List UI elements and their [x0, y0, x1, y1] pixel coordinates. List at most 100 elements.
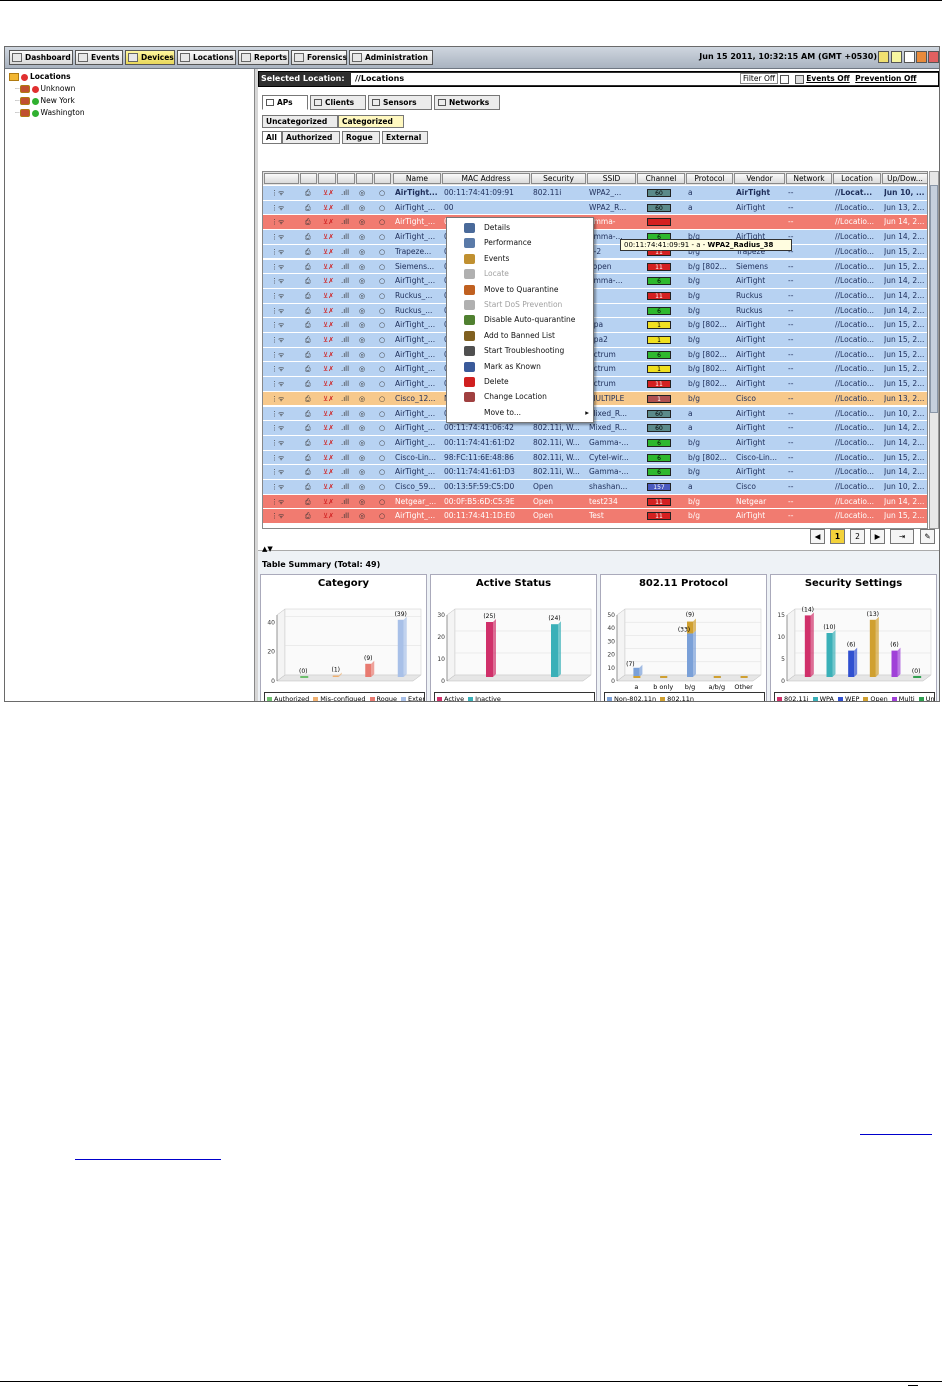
context-item-performance[interactable]: Performance — [447, 235, 593, 250]
table-row[interactable]: ⋮ᯤ ⎙ ⊻✗ .ıll ◎ ○ AirTight_... 00:11:74:41:61:D3… — [263, 465, 927, 480]
column-header-channel[interactable]: Channel — [637, 173, 685, 184]
grid-scroll-thumb[interactable] — [930, 185, 938, 413]
cell-proto: b/g — [688, 305, 701, 315]
context-item-details[interactable]: Details — [447, 220, 593, 235]
column-header-security[interactable]: Security — [531, 173, 586, 184]
table-row[interactable]: ⋮ᯤ⎙⊻✗.ıll◎○AirTight_...00ectrum11b/g [80… — [263, 377, 927, 392]
chart-title: Active Status — [475, 578, 552, 589]
cell-name: AirTight_... — [395, 408, 436, 418]
shield-icon[interactable] — [916, 51, 927, 63]
icon-column-header[interactable] — [356, 173, 373, 184]
tab-sensors[interactable]: Sensors — [368, 95, 432, 110]
prev-page-button[interactable]: ◀ — [810, 529, 825, 544]
tree-item-new-york[interactable]: ┈ New York — [15, 96, 75, 105]
table-row[interactable]: ⋮ᯤ⎙⊻✗.ıll◎○Cisco_12...MULTIPLEMULTIPLEMU… — [263, 391, 927, 407]
table-row[interactable]: ⋮ᯤ⎙⊻✗.ıll◎○Ruckus_...006b/gRuckus--//Loc… — [263, 303, 927, 319]
cell-ssid: Test — [589, 511, 604, 521]
tree-root[interactable]: Locations — [9, 72, 71, 81]
column-header-protocol[interactable]: Protocol — [686, 173, 733, 184]
context-item-disable-auto-quarantine[interactable]: Disable Auto-quarantine — [447, 312, 593, 327]
icon-column-header[interactable] — [318, 173, 336, 184]
nav-forensics-button[interactable]: Forensics — [291, 50, 347, 65]
icon-column-header[interactable] — [264, 173, 299, 184]
tab-networks[interactable]: Networks — [434, 95, 500, 110]
subtab-categorized[interactable]: Categorized — [338, 115, 404, 128]
prevention-off-link[interactable]: Prevention Off — [855, 74, 916, 83]
icon-column-header[interactable] — [374, 173, 391, 184]
filter-all[interactable]: All — [262, 131, 282, 144]
filter-authorized[interactable]: Authorized — [282, 131, 340, 144]
nav-locations-button[interactable]: Locations — [177, 50, 236, 65]
column-header-name[interactable]: Name — [393, 173, 441, 184]
nav-events-button[interactable]: Events — [75, 50, 123, 65]
chart-plot: 0 10 20 30 (25) (24) — [437, 608, 592, 685]
collapse-toggle-icon[interactable]: ▲▼ — [262, 545, 273, 553]
grid-header: Name MAC Address Security SSID Channel Protoc… — [263, 172, 927, 185]
column-header-location[interactable]: Location — [833, 173, 881, 184]
tree-item-unknown[interactable]: ┈ Unknown — [15, 84, 75, 93]
table-row[interactable]: ⋮ᯤ ⎙ ⊻✗ .ıll ◎ ○ AirTight_... 00:11:74:41:06:42… — [263, 421, 927, 436]
next-page-button[interactable]: ▶ — [870, 529, 885, 544]
table-row[interactable]: ⋮ᯤ⎙⊻✗.ıll◎○AirTight_...00ectrum6b/g [802… — [263, 347, 927, 363]
icon-column-header[interactable] — [300, 173, 317, 184]
page-2-button[interactable]: 2 — [850, 529, 865, 544]
help-icon[interactable] — [891, 51, 902, 63]
table-row[interactable]: ⋮ᯤ⎙⊻✗.ıll◎○AirTight_...00amma---//Locati… — [263, 215, 927, 231]
nav-reports-button[interactable]: Reports — [238, 50, 289, 65]
column-header-network[interactable]: Network — [786, 173, 832, 184]
nav-dashboard-button[interactable]: Dashboard — [9, 50, 73, 65]
table-row[interactable]: ⋮ᯤ ⎙ ⊻✗ .ıll ◎ ○ Cisco-Lin... 98:FC:11:6E:48:86… — [263, 450, 927, 466]
icon-column-header[interactable] — [337, 173, 355, 184]
context-item-mark-as-known[interactable]: Mark as Known — [447, 359, 593, 374]
table-row[interactable]: ⋮ᯤ ⎙ ⊻✗ .ıll ◎ ○ AirTight_... 00 WPA2_R... 60 a Air… — [263, 200, 927, 216]
refresh-icon[interactable] — [878, 51, 889, 63]
table-row[interactable]: ⋮ᯤ⎙⊻✗.ıll◎○AirTight_...00ppa1b/g [802...… — [263, 318, 927, 333]
export-button[interactable]: ⇥ — [890, 529, 914, 544]
status-icon: ○ — [379, 350, 386, 359]
filter-off-button[interactable]: Filter Off — [740, 73, 779, 84]
context-item-move-to-quarantine[interactable]: Move to Quarantine — [447, 282, 593, 297]
tab-aps[interactable]: APs — [262, 95, 308, 110]
context-item-move-to[interactable]: Move to... ▸ — [447, 405, 593, 420]
logout-icon[interactable] — [928, 51, 939, 63]
table-row[interactable]: ⋮ᯤ ⎙ ⊻✗ .ıll ◎ ○ AirTight... 00:11:74:41:09:91 8… — [263, 186, 927, 201]
list-icon[interactable] — [904, 51, 915, 63]
tab-clients[interactable]: Clients — [310, 95, 366, 110]
edit-columns-button[interactable]: ✎ — [920, 529, 935, 544]
table-row[interactable]: ⋮ᯤ ⎙ ⊻✗ .ıll ◎ ○ AirTight_... 00:11:74:41:1D:E0… — [263, 509, 927, 525]
table-row[interactable]: ⋮ᯤ⎙⊻✗.ıll◎○Siemens...00_open11b/g [802..… — [263, 259, 927, 275]
filter-external[interactable]: External — [382, 131, 428, 144]
column-header-vendor[interactable]: Vendor — [734, 173, 785, 184]
events-off-link[interactable]: Events Off — [806, 74, 850, 83]
table-row[interactable]: ⋮ᯤ⎙⊻✗.ıll◎○AirTight_...00ectrum1b/g [802… — [263, 362, 927, 378]
table-row[interactable]: ⋮ᯤ ⎙ ⊻✗ .ıll ◎ ○ Cisco_59... 00:13:5F:59:C5:D0 O… — [263, 480, 927, 495]
context-item-add-to-banned-list[interactable]: Add to Banned List — [447, 328, 593, 343]
column-header-up-dow-[interactable]: Up/Dow... — [882, 173, 927, 184]
filter-rogue[interactable]: Rogue — [342, 131, 380, 144]
table-row[interactable]: ⋮ᯤ ⎙ ⊻✗ .ıll ◎ ○ AirTight_... 00:11:74:41:61:D2… — [263, 435, 927, 451]
table-row[interactable]: ⋮ᯤ⎙⊻✗.ıll◎○Ruckus_...0411b/gRuckus--//Lo… — [263, 288, 927, 304]
page-1-button[interactable]: 1 — [830, 529, 845, 544]
subtab-uncategorized[interactable]: Uncategorized — [262, 115, 338, 128]
doc-link-line1[interactable] — [860, 1125, 932, 1137]
table-row[interactable]: ⋮ᯤ⎙⊻✗.ıll◎○Trapeze...00e-211b/gTrapeze--… — [263, 244, 927, 260]
data-label: (0) — [912, 668, 921, 675]
doc-link-line2[interactable] — [75, 1150, 221, 1162]
table-row[interactable]: ⋮ᯤ ⎙ ⊻✗ .ıll ◎ ○ Netgear_... 00:0F:B5:6D:C5:9E O… — [263, 494, 927, 510]
table-row[interactable]: ⋮ᯤ⎙⊻✗.ıll◎○AirTight_...00amma-...6b/gAir… — [263, 230, 927, 245]
cell-vendor: Cisco — [736, 482, 756, 491]
context-item-delete[interactable]: Delete — [447, 374, 593, 389]
column-header-mac-address[interactable]: MAC Address — [442, 173, 530, 184]
context-item-start-troubleshooting[interactable]: Start Troubleshooting — [447, 343, 593, 358]
table-row[interactable]: ⋮ᯤ⎙⊻✗.ıll◎○AirTight_...00:11:74:41:09:92… — [263, 406, 927, 422]
locate-icon — [464, 269, 475, 280]
table-row[interactable]: ⋮ᯤ⎙⊻✗.ıll◎○AirTight_...00amma-...6b/gAir… — [263, 274, 927, 289]
nav-devices-button[interactable]: Devices — [125, 50, 175, 65]
context-item-events[interactable]: Events — [447, 251, 593, 266]
column-header-ssid[interactable]: SSID — [587, 173, 636, 184]
table-row[interactable]: ⋮ᯤ⎙⊻✗.ıll◎○AirTight_...00ppa21b/gAirTigh… — [263, 333, 927, 348]
filter-icon[interactable] — [780, 74, 790, 84]
context-item-change-location[interactable]: Change Location — [447, 389, 593, 404]
tree-item-washington[interactable]: ┈ Washington — [15, 108, 85, 117]
nav-administration-button[interactable]: Administration — [349, 50, 433, 65]
